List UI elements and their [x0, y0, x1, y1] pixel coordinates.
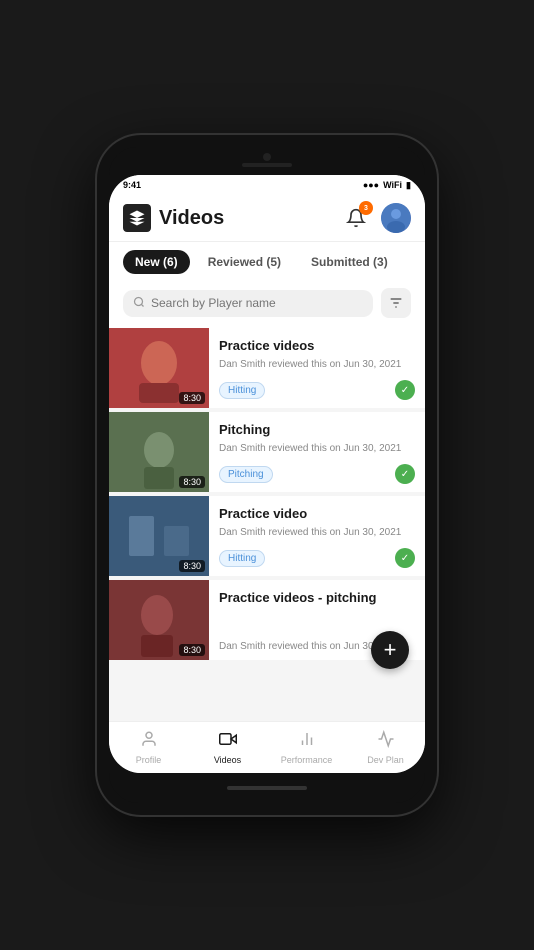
video-meta: Hitting ✓ — [219, 380, 415, 400]
video-tag: Pitching — [219, 466, 273, 483]
nav-label-performance: Performance — [281, 755, 333, 765]
video-duration: 8:30 — [179, 560, 205, 572]
user-avatar[interactable] — [381, 203, 411, 233]
phone-speaker — [242, 163, 292, 167]
videos-icon — [219, 730, 237, 753]
video-info: Pitching Dan Smith reviewed this on Jun … — [209, 412, 425, 492]
nav-item-profile[interactable]: Profile — [109, 722, 188, 773]
app-header: Videos 3 — [109, 195, 425, 242]
nav-label-profile: Profile — [136, 755, 162, 765]
header-right: 3 — [341, 203, 411, 233]
reviewed-check-icon: ✓ — [395, 464, 415, 484]
video-title: Practice video — [219, 506, 415, 521]
search-bar — [109, 282, 425, 328]
signal-icon: ●●● — [363, 180, 379, 190]
video-title: Practice videos — [219, 338, 415, 353]
video-duration: 8:30 — [179, 476, 205, 488]
phone-frame: 9:41 ●●● WiFi ▮ Videos — [97, 135, 437, 815]
battery-icon: ▮ — [406, 180, 411, 191]
video-thumbnail: 8:30 — [109, 412, 209, 492]
profile-icon — [140, 730, 158, 753]
notification-badge: 3 — [359, 201, 373, 215]
logo-icon — [123, 204, 151, 232]
nav-label-videos: Videos — [214, 755, 241, 765]
add-video-button[interactable]: + — [371, 631, 409, 669]
video-duration: 8:30 — [179, 644, 205, 656]
video-duration: 8:30 — [179, 392, 205, 404]
video-thumbnail: 8:30 — [109, 496, 209, 576]
video-item[interactable]: 8:30 Pitching Dan Smith reviewed this on… — [109, 412, 425, 492]
status-icons: ●●● WiFi ▮ — [363, 180, 411, 191]
tab-submitted[interactable]: Submitted (3) — [299, 250, 400, 274]
status-bar: 9:41 ●●● WiFi ▮ — [109, 175, 425, 195]
video-reviewer: Dan Smith reviewed this on Jun 30, 2021 — [219, 359, 415, 370]
nav-label-devplan: Dev Plan — [367, 755, 404, 765]
search-input[interactable] — [151, 296, 363, 310]
video-list: 8:30 Practice videos Dan Smith reviewed … — [109, 328, 425, 721]
video-tag: Hitting — [219, 382, 265, 399]
video-reviewer: Dan Smith reviewed this on Jun 30, 2021 — [219, 443, 415, 454]
video-meta: Hitting ✓ — [219, 548, 415, 568]
tab-reviewed[interactable]: Reviewed (5) — [196, 250, 293, 274]
video-tag: Hitting — [219, 550, 265, 567]
reviewed-check-icon: ✓ — [395, 548, 415, 568]
video-meta: Pitching ✓ — [219, 464, 415, 484]
header-left: Videos — [123, 204, 224, 232]
wifi-icon: WiFi — [383, 180, 402, 190]
nav-item-devplan[interactable]: Dev Plan — [346, 722, 425, 773]
status-time: 9:41 — [123, 180, 141, 190]
filter-button[interactable] — [381, 288, 411, 318]
search-input-wrap — [123, 290, 373, 317]
devplan-icon — [377, 730, 395, 753]
video-info: Practice video Dan Smith reviewed this o… — [209, 496, 425, 576]
video-title: Pitching — [219, 422, 415, 437]
search-icon — [133, 296, 145, 311]
bottom-nav: Profile Videos — [109, 721, 425, 773]
video-thumbnail: 8:30 — [109, 580, 209, 660]
notifications-button[interactable]: 3 — [341, 203, 371, 233]
page-title: Videos — [159, 207, 224, 230]
phone-camera — [263, 153, 271, 161]
tab-new[interactable]: New (6) — [123, 250, 190, 274]
nav-item-videos[interactable]: Videos — [188, 722, 267, 773]
add-icon: + — [384, 637, 397, 663]
phone-notch — [109, 147, 425, 175]
home-indicator — [109, 773, 425, 803]
video-item[interactable]: 8:30 Practice video Dan Smith reviewed t… — [109, 496, 425, 576]
nav-item-performance[interactable]: Performance — [267, 722, 346, 773]
reviewed-check-icon: ✓ — [395, 380, 415, 400]
tab-bar: New (6) Reviewed (5) Submitted (3) — [109, 242, 425, 282]
video-item[interactable]: 8:30 Practice videos Dan Smith reviewed … — [109, 328, 425, 408]
video-reviewer: Dan Smith reviewed this on Jun 30, 2021 — [219, 527, 415, 538]
video-title: Practice videos - pitching — [219, 590, 415, 605]
video-info: Practice videos Dan Smith reviewed this … — [209, 328, 425, 408]
phone-screen: 9:41 ●●● WiFi ▮ Videos — [109, 175, 425, 773]
performance-icon — [298, 730, 316, 753]
home-bar — [227, 786, 307, 790]
video-thumbnail: 8:30 — [109, 328, 209, 408]
